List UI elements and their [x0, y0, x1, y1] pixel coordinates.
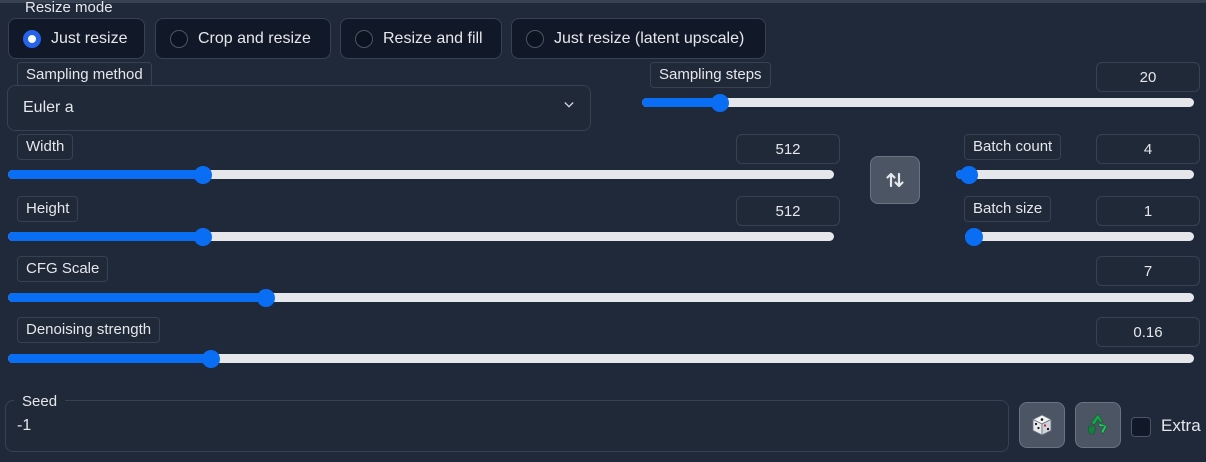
- sampling-method-value: Euler a: [23, 99, 74, 116]
- batch-size-input[interactable]: 1: [1096, 196, 1200, 226]
- radio-label: Crop and resize: [198, 29, 311, 47]
- dice-icon: [1032, 414, 1052, 436]
- swap-icon: [886, 172, 904, 188]
- width-label: Width: [17, 134, 74, 160]
- extra-checkbox[interactable]: [1131, 417, 1151, 437]
- slider-fill: [8, 293, 266, 302]
- radio-circle: [355, 29, 373, 48]
- height-input[interactable]: 512: [736, 196, 840, 226]
- slider-thumb[interactable]: [193, 228, 212, 246]
- radio-just-resize-latent-upscale[interactable]: Just resize (latent upscale): [511, 18, 766, 59]
- height-slider[interactable]: [8, 227, 834, 247]
- radio-circle: [170, 29, 188, 48]
- denoising-strength-label: Denoising strength: [17, 317, 161, 343]
- radio-crop-and-resize[interactable]: Crop and resize: [155, 18, 331, 59]
- slider-fill: [8, 170, 203, 179]
- sampling-steps-input[interactable]: 20: [1096, 62, 1200, 92]
- radio-label: Resize and fill: [383, 29, 483, 47]
- resize-mode-label: Resize mode: [25, 0, 113, 16]
- cfg-scale-slider[interactable]: [8, 288, 1194, 308]
- sampling-steps-slider[interactable]: [642, 93, 1194, 113]
- batch-size-slider[interactable]: [965, 227, 1194, 247]
- height-label: Height: [17, 196, 79, 222]
- slider-thumb[interactable]: [256, 289, 275, 307]
- cfg-scale-input[interactable]: 7: [1096, 256, 1200, 286]
- radio-label: Just resize (latent upscale): [554, 29, 745, 47]
- sampling-steps-label: Sampling steps: [650, 62, 771, 88]
- batch-count-input[interactable]: 4: [1096, 134, 1200, 164]
- slider-thumb[interactable]: [960, 166, 979, 184]
- width-slider[interactable]: [8, 165, 834, 185]
- extra-label: Extra: [1161, 416, 1201, 435]
- denoising-strength-input[interactable]: 0.16: [1096, 317, 1200, 347]
- radio-just-resize[interactable]: Just resize: [8, 18, 145, 59]
- chevron-down-icon: [564, 102, 574, 108]
- txt2img-settings-panel: Resize mode Just resize Crop and resize …: [0, 0, 1206, 462]
- slider-fill: [8, 354, 211, 363]
- slider-thumb[interactable]: [193, 166, 212, 184]
- top-divider: [0, 0, 1206, 3]
- radio-circle: [526, 29, 544, 48]
- slider-fill: [642, 98, 721, 107]
- swap-dimensions-button[interactable]: [870, 156, 920, 204]
- seed-input[interactable]: [5, 400, 1009, 452]
- radio-circle-checked: [23, 29, 41, 48]
- random-seed-button[interactable]: [1019, 402, 1065, 448]
- slider-thumb[interactable]: [965, 228, 983, 246]
- recycle-icon: [1087, 413, 1108, 435]
- width-input[interactable]: 512: [736, 134, 840, 164]
- batch-count-label: Batch count: [964, 134, 1062, 160]
- batch-count-slider[interactable]: [956, 165, 1194, 185]
- radio-label: Just resize: [51, 29, 128, 47]
- slider-thumb[interactable]: [711, 94, 730, 112]
- denoising-strength-slider[interactable]: [8, 349, 1194, 369]
- seed-value: -1: [17, 417, 32, 434]
- reuse-seed-button[interactable]: [1075, 402, 1121, 448]
- cfg-scale-label: CFG Scale: [17, 256, 109, 282]
- sampling-method-dropdown[interactable]: Euler a: [7, 85, 591, 131]
- batch-size-label: Batch size: [964, 196, 1052, 222]
- slider-track: [965, 232, 1194, 241]
- slider-thumb[interactable]: [201, 350, 220, 368]
- seed-label: Seed: [14, 390, 66, 414]
- slider-track: [956, 170, 1194, 179]
- slider-fill: [8, 232, 203, 241]
- radio-resize-and-fill[interactable]: Resize and fill: [340, 18, 502, 59]
